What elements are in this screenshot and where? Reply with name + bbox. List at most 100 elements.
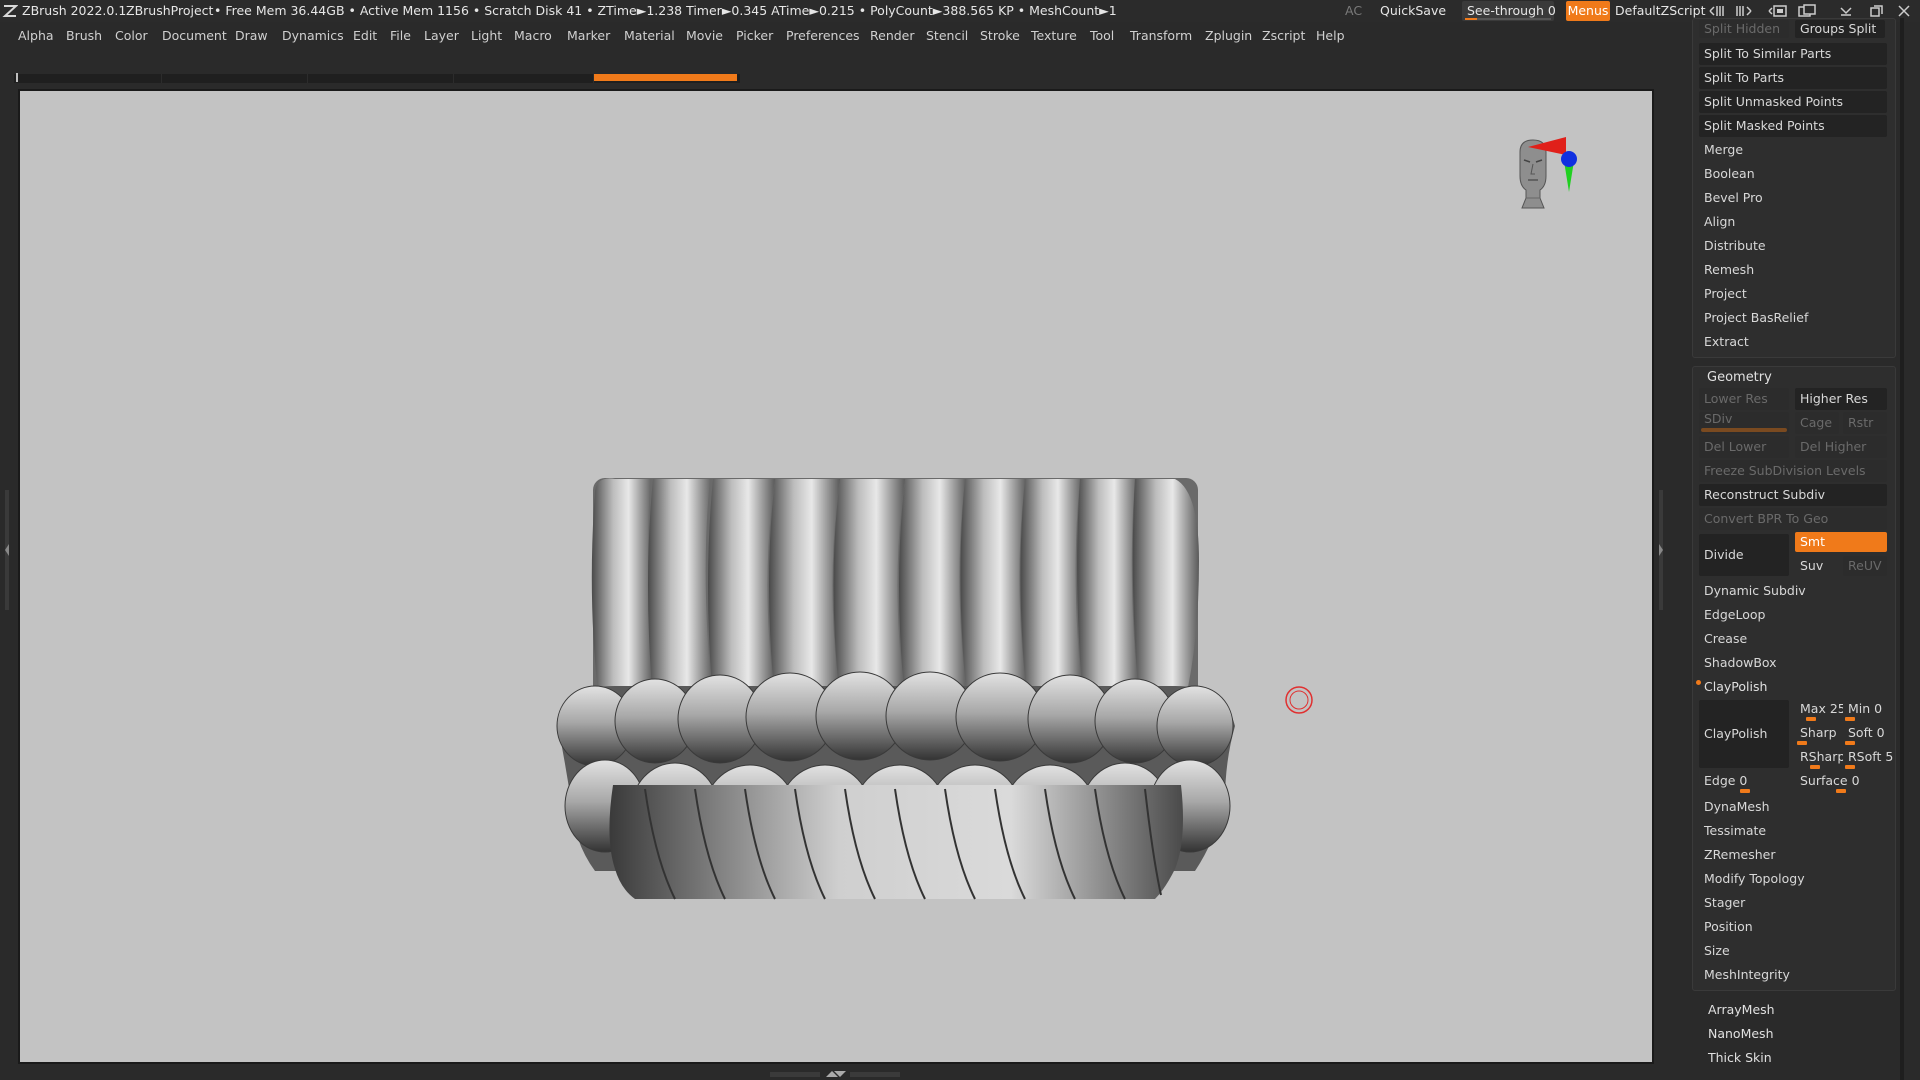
divide-button[interactable]: Divide bbox=[1699, 534, 1789, 576]
crease-menu[interactable]: Crease bbox=[1699, 628, 1887, 650]
menu-light[interactable]: Light bbox=[471, 28, 502, 43]
menu-render[interactable]: Render bbox=[870, 28, 915, 43]
see-through-slider[interactable]: See-through 0 bbox=[1462, 1, 1556, 21]
split-hidden-button[interactable]: Split Hidden bbox=[1699, 20, 1789, 38]
menu-draw[interactable]: Draw bbox=[235, 28, 268, 43]
menu-stencil[interactable]: Stencil bbox=[926, 28, 968, 43]
menu-material[interactable]: Material bbox=[624, 28, 675, 43]
menu-preferences[interactable]: Preferences bbox=[786, 28, 860, 43]
nanomesh-menu[interactable]: NanoMesh bbox=[1703, 1023, 1891, 1045]
smt-toggle[interactable]: Smt bbox=[1795, 532, 1887, 552]
tab-1[interactable] bbox=[14, 74, 162, 83]
remesh-menu[interactable]: Remesh bbox=[1699, 259, 1887, 281]
bevel-pro-menu[interactable]: Bevel Pro bbox=[1699, 187, 1887, 209]
surface-slider-fill bbox=[1836, 789, 1846, 793]
project-menu[interactable]: Project bbox=[1699, 283, 1887, 305]
tab-3[interactable] bbox=[308, 74, 454, 83]
boolean-menu[interactable]: Boolean bbox=[1699, 163, 1887, 185]
restore-icon[interactable] bbox=[1866, 3, 1886, 19]
menu-marker[interactable]: Marker bbox=[567, 28, 610, 43]
merge-menu[interactable]: Merge bbox=[1699, 139, 1887, 161]
menu-zscript[interactable]: Zscript bbox=[1262, 28, 1305, 43]
position-menu[interactable]: Position bbox=[1699, 916, 1887, 938]
menu-document[interactable]: Document bbox=[162, 28, 227, 43]
dynamic-subdiv-menu[interactable]: Dynamic Subdiv bbox=[1699, 580, 1887, 602]
menu-tool[interactable]: Tool bbox=[1090, 28, 1114, 43]
zremesher-menu[interactable]: ZRemesher bbox=[1699, 844, 1887, 866]
tessimate-menu[interactable]: Tessimate bbox=[1699, 820, 1887, 842]
menu-layer[interactable]: Layer bbox=[424, 28, 459, 43]
bottom-tray-handle-icon[interactable] bbox=[770, 1069, 900, 1080]
claypolish-menu[interactable]: ClayPolish bbox=[1699, 676, 1887, 698]
menu-macro[interactable]: Macro bbox=[514, 28, 552, 43]
layout-icon[interactable] bbox=[1768, 3, 1788, 19]
freeze-subdivision-button[interactable]: Freeze SubDivision Levels bbox=[1699, 460, 1887, 482]
menu-texture[interactable]: Texture bbox=[1031, 28, 1077, 43]
navigation-gizmo[interactable] bbox=[1500, 116, 1580, 256]
stager-menu[interactable]: Stager bbox=[1699, 892, 1887, 914]
ac-indicator[interactable]: AC bbox=[1345, 3, 1362, 18]
menu-alpha[interactable]: Alpha bbox=[18, 28, 54, 43]
split-similar-parts-button[interactable]: Split To Similar Parts bbox=[1699, 43, 1887, 65]
quicksave-button[interactable]: QuickSave bbox=[1380, 3, 1446, 18]
zscript-selector[interactable]: DefaultZScript bbox=[1615, 3, 1706, 18]
shadowbox-menu[interactable]: ShadowBox bbox=[1699, 652, 1887, 674]
panel-scrollbar[interactable] bbox=[1900, 18, 1904, 1080]
right-tray-handle-icon[interactable] bbox=[1658, 490, 1664, 610]
menu-movie[interactable]: Movie bbox=[686, 28, 723, 43]
split-unmasked-points-button[interactable]: Split Unmasked Points bbox=[1699, 91, 1887, 113]
convert-bpr-button[interactable]: Convert BPR To Geo bbox=[1699, 508, 1887, 530]
menu-help[interactable]: Help bbox=[1316, 28, 1345, 43]
sdiv-slider[interactable]: SDiv bbox=[1699, 411, 1789, 434]
split-masked-points-button[interactable]: Split Masked Points bbox=[1699, 115, 1887, 137]
menu-stroke[interactable]: Stroke bbox=[980, 28, 1020, 43]
dynamesh-menu[interactable]: DynaMesh bbox=[1699, 796, 1887, 818]
groups-split-button[interactable]: Groups Split bbox=[1795, 20, 1885, 38]
geometry-header[interactable]: Geometry bbox=[1702, 367, 1822, 389]
del-higher-button[interactable]: Del Higher bbox=[1795, 436, 1887, 458]
menu-color[interactable]: Color bbox=[115, 28, 148, 43]
lower-res-button[interactable]: Lower Res bbox=[1699, 388, 1789, 410]
split-to-parts-button[interactable]: Split To Parts bbox=[1699, 67, 1887, 89]
meshintegrity-menu[interactable]: MeshIntegrity bbox=[1699, 964, 1887, 986]
project-name[interactable]: ZBrushProject bbox=[126, 3, 213, 18]
window-layout-icon[interactable] bbox=[1797, 3, 1817, 19]
project-basrelief-menu[interactable]: Project BasRelief bbox=[1699, 307, 1887, 329]
thick-skin-menu[interactable]: Thick Skin bbox=[1703, 1047, 1891, 1069]
edgeloop-menu[interactable]: EdgeLoop bbox=[1699, 604, 1887, 626]
left-tray-handle-icon[interactable] bbox=[4, 490, 10, 610]
max-slider[interactable]: Max 25 bbox=[1795, 700, 1846, 720]
menu-zplugin[interactable]: Zplugin bbox=[1205, 28, 1252, 43]
tab-active[interactable] bbox=[594, 74, 737, 81]
align-menu[interactable]: Align bbox=[1699, 211, 1887, 233]
close-icon[interactable] bbox=[1894, 3, 1914, 19]
reuv-button[interactable]: ReUV bbox=[1843, 556, 1887, 576]
size-menu[interactable]: Size bbox=[1699, 940, 1887, 962]
modify-topology-menu[interactable]: Modify Topology bbox=[1699, 868, 1887, 890]
claypolish-button[interactable]: ClayPolish bbox=[1699, 700, 1789, 768]
higher-res-button[interactable]: Higher Res bbox=[1795, 388, 1887, 410]
menu-brush[interactable]: Brush bbox=[66, 28, 102, 43]
menu-picker[interactable]: Picker bbox=[736, 28, 773, 43]
cage-button[interactable]: Cage bbox=[1795, 412, 1839, 434]
tab-4[interactable] bbox=[454, 74, 594, 83]
reconstruct-subdiv-button[interactable]: Reconstruct Subdiv bbox=[1699, 484, 1887, 506]
menu-file[interactable]: File bbox=[390, 28, 411, 43]
del-lower-button[interactable]: Del Lower bbox=[1699, 436, 1789, 458]
menu-transform[interactable]: Transform bbox=[1130, 28, 1192, 43]
3d-viewport[interactable] bbox=[20, 91, 1652, 1062]
rstr-button[interactable]: Rstr bbox=[1843, 412, 1887, 434]
distribute-menu[interactable]: Distribute bbox=[1699, 235, 1887, 257]
sculpt-mesh[interactable] bbox=[535, 381, 1255, 901]
shrink-ui-icon[interactable] bbox=[1708, 3, 1728, 19]
suv-toggle[interactable]: Suv bbox=[1795, 556, 1839, 576]
tab-2[interactable] bbox=[162, 74, 308, 83]
menu-dynamics[interactable]: Dynamics bbox=[282, 28, 344, 43]
arraymesh-menu[interactable]: ArrayMesh bbox=[1703, 999, 1891, 1021]
menus-toggle-button[interactable]: Menus bbox=[1566, 1, 1610, 21]
menu-edit[interactable]: Edit bbox=[353, 28, 377, 43]
min-slider-fill bbox=[1845, 717, 1855, 721]
extract-menu[interactable]: Extract bbox=[1699, 331, 1887, 353]
expand-ui-icon[interactable] bbox=[1734, 3, 1754, 19]
minimize-icon[interactable] bbox=[1836, 3, 1856, 19]
